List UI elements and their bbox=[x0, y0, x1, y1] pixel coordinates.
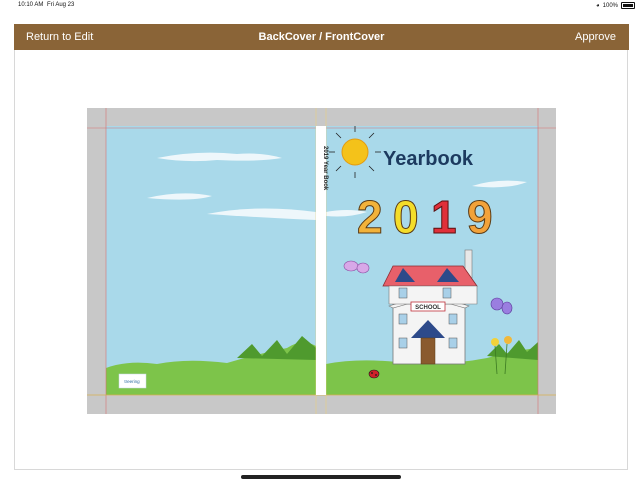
battery-icon bbox=[621, 2, 635, 9]
battery-percent: 100% bbox=[602, 2, 618, 9]
spine-title: 2019 Year Book bbox=[322, 146, 328, 191]
year-digit-9: 9 bbox=[467, 191, 493, 243]
ladybug-icon bbox=[368, 369, 380, 379]
status-right: ◕ 100% bbox=[596, 2, 635, 9]
cover-preview: Yearbook 2 0 1 9 SCHOOL treering 2019 Ye… bbox=[87, 108, 556, 414]
home-indicator[interactable] bbox=[241, 475, 401, 479]
spine: 2019 Year Book bbox=[316, 126, 328, 395]
year-digit-1: 1 bbox=[431, 191, 457, 243]
year-digit-2: 2 bbox=[357, 191, 383, 243]
front-title: Yearbook bbox=[383, 148, 474, 170]
status-date: Fri Aug 23 bbox=[47, 2, 75, 8]
page-title: BackCover / FrontCover bbox=[258, 31, 385, 43]
status-time: 10:10 AM bbox=[18, 2, 44, 8]
school-house: SCHOOL bbox=[382, 249, 478, 365]
logo-text: treering bbox=[124, 379, 140, 384]
approve-button[interactable]: Approve bbox=[575, 31, 616, 43]
publisher-logo: treering bbox=[118, 373, 147, 389]
status-bar: 10:10 AM Fri Aug 23 ◕ 100% bbox=[0, 0, 643, 11]
year-digit-0: 0 bbox=[393, 191, 419, 243]
navigation-bar: Return to Edit BackCover / FrontCover Ap… bbox=[14, 24, 629, 50]
school-sign: SCHOOL bbox=[415, 305, 441, 311]
wifi-icon: ◕ bbox=[596, 2, 600, 9]
